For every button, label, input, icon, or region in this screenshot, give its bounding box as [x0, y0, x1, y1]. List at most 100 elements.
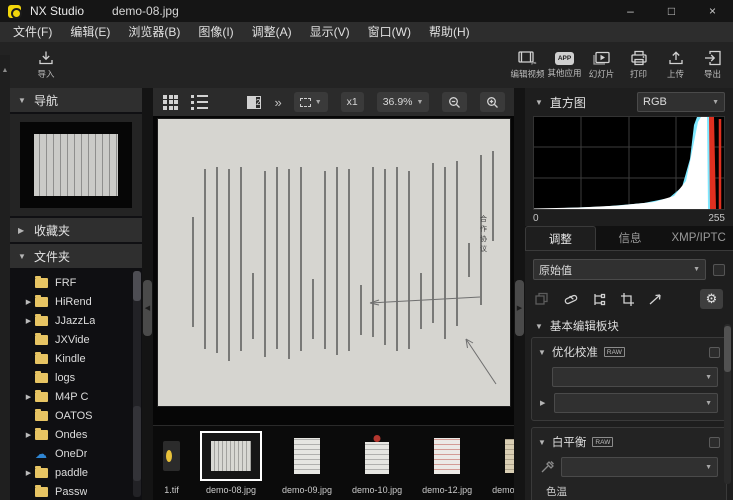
preset-dropdown[interactable]: 原始值 ▼ [533, 259, 706, 280]
folder-scrollbar[interactable] [133, 271, 141, 497]
retouch-brush-icon[interactable] [563, 292, 579, 307]
copy-adjustments-icon[interactable] [535, 292, 550, 307]
settings-button[interactable]: ⚙ [700, 289, 723, 309]
image-viewport[interactable]: 合作协议 [153, 116, 514, 425]
folder-item[interactable]: ▶ JJazzLa [10, 311, 142, 330]
right-panel-divider: ▶ [514, 88, 525, 500]
fit-to-screen-button[interactable]: ▼ [294, 92, 328, 112]
folder-item[interactable]: OATOS [10, 406, 142, 425]
favorites-section-header[interactable]: ▶ 收藏夹 [10, 218, 142, 242]
folder-item[interactable]: ▶ paddle [10, 463, 142, 482]
maximize-button[interactable]: □ [651, 0, 692, 22]
menu-image[interactable]: 图像(I) [189, 22, 242, 42]
menu-window[interactable]: 窗口(W) [359, 22, 420, 42]
folder-item[interactable]: Kindle [10, 349, 142, 368]
folder-icon [35, 335, 48, 345]
tab-xmp-iptc[interactable]: XMP/IPTC [664, 226, 733, 250]
menu-view[interactable]: 显示(V) [301, 22, 359, 42]
menu-help[interactable]: 帮助(H) [420, 22, 479, 42]
menu-adjust[interactable]: 调整(A) [243, 22, 301, 42]
straighten-icon[interactable] [648, 292, 663, 307]
white-balance-dropdown[interactable]: ▼ [561, 457, 718, 477]
chevron-down-icon: ▼ [535, 98, 543, 107]
folder-item[interactable]: ▶ HiRend [10, 292, 142, 311]
collapse-left-handle[interactable]: ◀ [143, 280, 152, 336]
minimize-button[interactable]: – [610, 0, 651, 22]
filmstrip-item[interactable]: demo-10.jpg [352, 430, 402, 495]
color-temp-label: 色温 [546, 484, 720, 499]
zoom-level-value: 36.9% [383, 96, 413, 108]
gray-point-eyedropper-icon[interactable] [540, 460, 555, 474]
compare-view-icon[interactable]: 2 [247, 96, 261, 109]
grid-view-icon[interactable] [163, 95, 178, 110]
expand-icon[interactable]: ▶ [22, 393, 35, 401]
chevron-right-icon[interactable]: ▶ [540, 399, 548, 407]
white-balance-checkbox[interactable] [709, 437, 720, 448]
upload-button[interactable]: 上传 [657, 43, 694, 87]
zoom-1x-button[interactable]: x1 [341, 92, 364, 112]
tab-adjustments[interactable]: 调整 [525, 226, 596, 250]
sidebar-collapse-strip[interactable]: ▲ [0, 55, 10, 500]
collapse-right-handle[interactable]: ▶ [515, 280, 524, 336]
folder-item[interactable]: logs [10, 368, 142, 387]
expand-icon[interactable]: ▶ [22, 469, 35, 477]
menu-edit[interactable]: 编辑(E) [61, 22, 119, 42]
scrollbar-thumb[interactable] [724, 326, 731, 372]
raw-badge: RAW [592, 437, 613, 447]
folder-item[interactable]: FRF [10, 273, 142, 292]
picture-control-checkbox[interactable] [709, 347, 720, 358]
zoom-in-icon [486, 96, 499, 109]
filmstrip-item-selected[interactable]: demo-08.jpg [200, 430, 262, 495]
toolbar-actions: ✂ 编辑视频 APP 其他应用 幻灯片 打印 [509, 43, 733, 87]
folder-item[interactable]: ▶ M4P C [10, 387, 142, 406]
edit-video-button[interactable]: ✂ 编辑视频 [509, 43, 546, 87]
preset-option-button[interactable] [713, 264, 725, 276]
export-button[interactable]: 导出 [694, 43, 731, 87]
window-controls: – □ × [610, 0, 733, 22]
histogram-header[interactable]: ▼ 直方图 RGB ▼ [525, 88, 733, 116]
print-label: 打印 [630, 68, 647, 80]
expand-icon[interactable]: ▶ [22, 431, 35, 439]
folders-section-header[interactable]: ▼ 文件夹 [10, 244, 142, 268]
menu-browser[interactable]: 浏览器(B) [119, 22, 189, 42]
filmstrip-item[interactable]: demo-12.jpg [422, 430, 472, 495]
histogram-scale: 0 255 [533, 210, 725, 226]
other-apps-button[interactable]: APP 其他应用 [546, 43, 583, 87]
list-view-icon[interactable] [191, 95, 208, 110]
folder-icon [35, 278, 48, 288]
zoom-out-button[interactable] [442, 92, 467, 112]
right-panel-scrollbar[interactable] [724, 324, 731, 484]
close-button[interactable]: × [692, 0, 733, 22]
left-sidebar: ▼ 导航 ▶ 收藏夹 ▼ 文件夹 FRF ▶ [10, 88, 142, 500]
expand-icon[interactable]: ▶ [22, 317, 35, 325]
folder-item[interactable]: JXVide [10, 330, 142, 349]
print-button[interactable]: 打印 [620, 43, 657, 87]
chevron-down-icon: ▼ [315, 99, 322, 106]
filmstrip-item[interactable]: demo-09.jpg [282, 430, 332, 495]
white-balance-header[interactable]: ▼ 白平衡 RAW [538, 433, 720, 451]
basic-edit-section-header[interactable]: ▼ 基本编辑板块 [525, 315, 733, 337]
levels-tree-icon[interactable] [592, 292, 607, 307]
tab-info[interactable]: 信息 [596, 226, 665, 250]
histogram-channel-dropdown[interactable]: RGB ▼ [637, 92, 725, 112]
zoom-in-button[interactable] [480, 92, 505, 112]
folder-item[interactable]: Passw [10, 482, 142, 500]
more-tools-icon[interactable]: » [274, 95, 280, 110]
scale-max: 255 [708, 213, 725, 224]
crop-icon[interactable] [620, 292, 635, 307]
filmstrip-item[interactable]: 1.tif [163, 430, 180, 495]
chevron-down-icon: ▼ [538, 348, 546, 357]
scrollbar-thumb[interactable] [133, 271, 141, 301]
nav-section-header[interactable]: ▼ 导航 [10, 88, 142, 112]
expand-icon[interactable]: ▶ [22, 298, 35, 306]
slideshow-button[interactable]: 幻灯片 [583, 43, 620, 87]
picture-control-header[interactable]: ▼ 优化校准 RAW [538, 343, 720, 361]
menu-file[interactable]: 文件(F) [4, 22, 61, 42]
zoom-level-dropdown[interactable]: 36.9% ▼ [377, 92, 430, 112]
folder-item[interactable]: ▶ Ondes [10, 425, 142, 444]
navigation-thumbnail[interactable] [20, 122, 132, 208]
import-button[interactable]: 导入 [24, 43, 68, 87]
picture-control-sub-dropdown[interactable]: ▼ [554, 393, 718, 413]
picture-control-dropdown[interactable]: ▼ [552, 367, 718, 387]
folder-item-onedrive[interactable]: ☁ OneDr [10, 444, 142, 463]
